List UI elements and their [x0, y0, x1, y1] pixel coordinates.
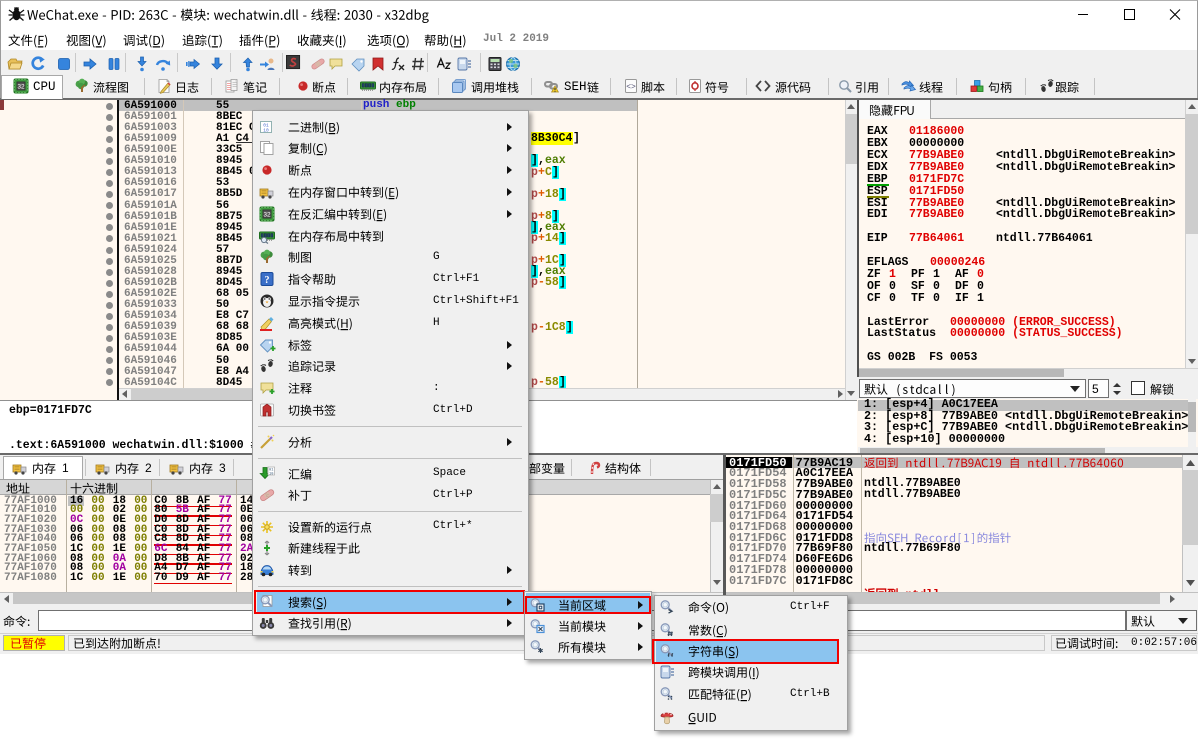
svg-text:?: ? — [265, 275, 270, 286]
svg-text:10: 10 — [263, 127, 269, 133]
svg-text:32: 32 — [263, 211, 271, 218]
svg-text:10: 10 — [269, 472, 273, 476]
svg-text:32: 32 — [17, 84, 25, 91]
svg-text:<>: <> — [626, 83, 636, 92]
